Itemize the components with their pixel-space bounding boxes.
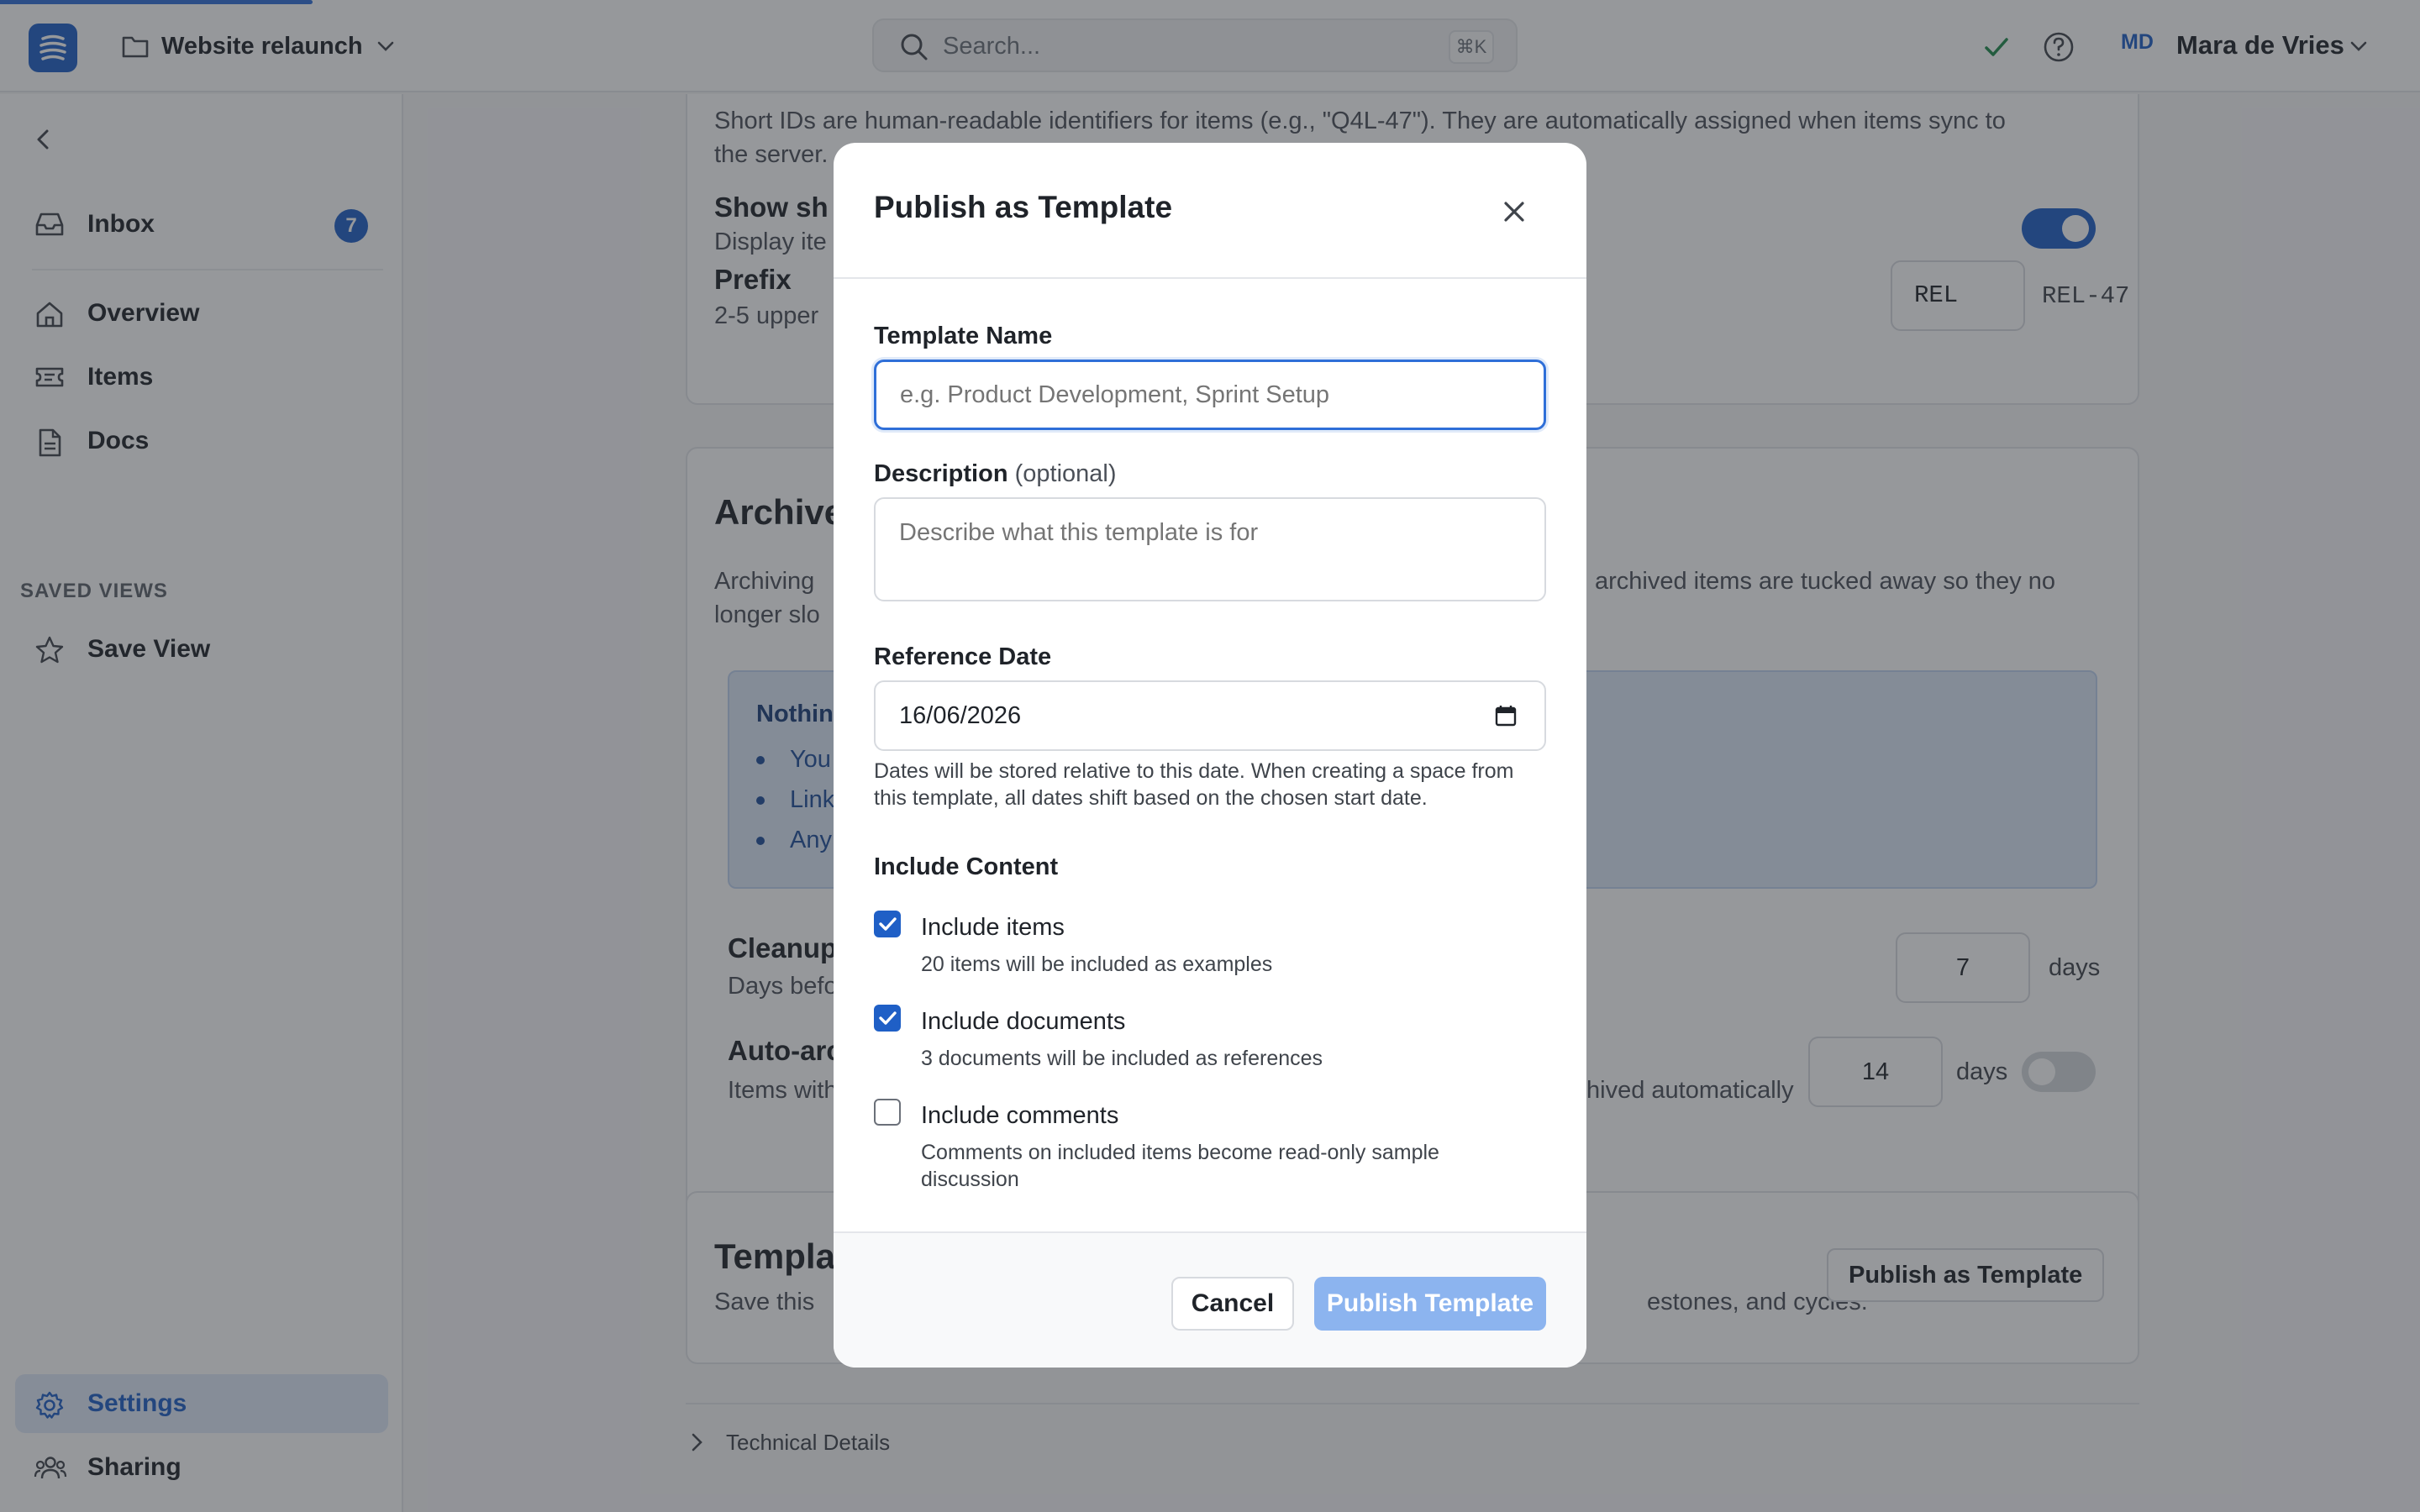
optional-hint: (optional) — [1014, 460, 1117, 487]
include-comments-label[interactable]: Include comments — [921, 1102, 1118, 1130]
dialog-header-divider — [834, 277, 1586, 279]
template-name-label: Template Name — [874, 323, 1053, 349]
include-items-checkbox[interactable] — [874, 911, 901, 937]
reference-date-help: Dates will be stored relative to this da… — [874, 759, 1514, 810]
include-documents-checkbox[interactable] — [874, 1005, 901, 1032]
dialog-footer: Cancel Publish Template — [834, 1233, 1586, 1368]
include-items-description: 20 items will be included as examples — [921, 953, 1273, 976]
description-label-text: Description — [874, 460, 1008, 487]
include-comments-checkbox[interactable] — [874, 1099, 901, 1126]
dialog-title: Publish as Template — [874, 190, 1173, 224]
reference-date-input[interactable]: 16/06/2026 — [874, 680, 1546, 751]
reference-date-label: Reference Date — [874, 643, 1052, 670]
include-documents-description: 3 documents will be included as referenc… — [921, 1047, 1323, 1070]
description-textarea[interactable] — [874, 497, 1546, 601]
cancel-button[interactable]: Cancel — [1171, 1277, 1294, 1331]
include-content-heading: Include Content — [874, 853, 1059, 880]
reference-date-value: 16/06/2026 — [899, 702, 1022, 729]
checkmark-icon — [879, 917, 897, 931]
close-icon[interactable] — [1497, 195, 1531, 228]
include-documents-label[interactable]: Include documents — [921, 1008, 1125, 1036]
calendar-icon[interactable] — [1494, 704, 1518, 727]
publish-template-dialog: Publish as Template Template Name Descri… — [834, 143, 1586, 1368]
publish-template-button[interactable]: Publish Template — [1314, 1277, 1546, 1331]
checkmark-icon — [879, 1011, 897, 1025]
template-name-input[interactable] — [874, 360, 1546, 430]
description-label: Description (optional) — [874, 460, 1117, 488]
include-items-label[interactable]: Include items — [921, 914, 1065, 942]
include-comments-description: Comments on included items become read-o… — [921, 1141, 1439, 1191]
